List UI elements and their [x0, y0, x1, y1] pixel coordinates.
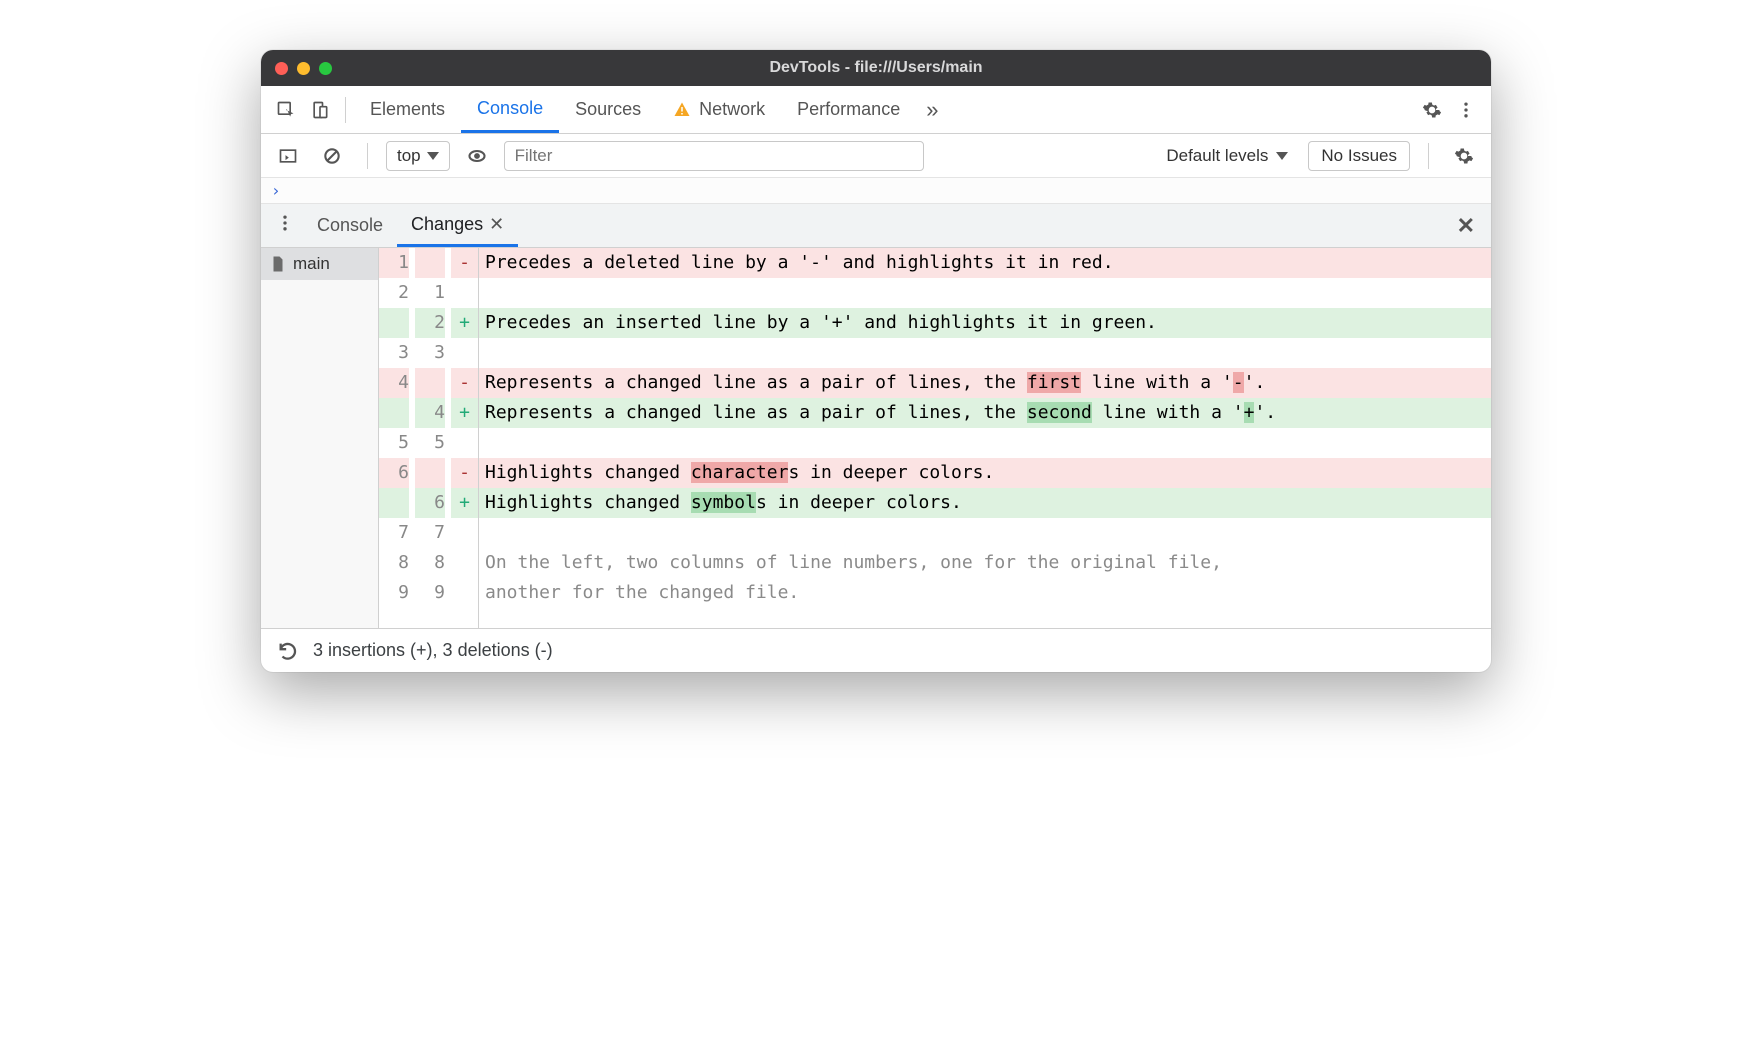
close-tab-icon[interactable]: ✕	[489, 214, 504, 235]
divider	[367, 143, 368, 169]
drawer-tab-changes[interactable]: Changes ✕	[397, 204, 518, 247]
issues-button[interactable]: No Issues	[1308, 141, 1410, 171]
settings-icon[interactable]	[1415, 93, 1449, 127]
drawer-tab-label: Changes	[411, 214, 483, 235]
changes-panel: main 123456789 123456789 -+-+-+ Precedes…	[261, 248, 1491, 628]
drawer-tabs: Console Changes ✕ ✕	[261, 204, 1491, 248]
tab-label: Console	[477, 98, 543, 119]
close-drawer-icon[interactable]: ✕	[1447, 213, 1485, 239]
clear-console-icon[interactable]	[315, 139, 349, 173]
file-tree-item[interactable]: main	[261, 248, 378, 280]
status-summary: 3 insertions (+), 3 deletions (-)	[313, 640, 553, 661]
changes-statusbar: 3 insertions (+), 3 deletions (-)	[261, 628, 1491, 672]
tab-label: Sources	[575, 99, 641, 120]
divider	[345, 97, 346, 123]
console-toolbar: top Default levels No Issues	[261, 134, 1491, 178]
kebab-menu-icon[interactable]	[1449, 93, 1483, 127]
chevron-down-icon	[427, 152, 439, 160]
console-settings-icon[interactable]	[1447, 139, 1481, 173]
drawer-more-icon[interactable]	[267, 213, 303, 238]
live-expression-icon[interactable]	[460, 139, 494, 173]
main-tabs: Elements Console Sources Network Perform…	[354, 86, 916, 133]
device-toggle-icon[interactable]	[303, 93, 337, 127]
inspect-element-icon[interactable]	[269, 93, 303, 127]
main-toolbar: Elements Console Sources Network Perform…	[261, 86, 1491, 134]
diff-view: 123456789 123456789 -+-+-+ Precedes a de…	[379, 248, 1491, 628]
issues-label: No Issues	[1321, 146, 1397, 166]
more-tabs-button[interactable]: »	[916, 97, 948, 123]
levels-label: Default levels	[1166, 146, 1268, 166]
window-title: DevTools - file:///Users/main	[261, 59, 1491, 77]
filter-input[interactable]	[504, 141, 924, 171]
changes-file-tree: main	[261, 248, 379, 628]
drawer-tab-console[interactable]: Console	[303, 204, 397, 247]
divider	[1428, 143, 1429, 169]
tab-elements[interactable]: Elements	[354, 86, 461, 133]
tab-network[interactable]: Network	[657, 86, 781, 133]
file-icon	[269, 255, 287, 273]
tab-sources[interactable]: Sources	[559, 86, 657, 133]
diff-code[interactable]: Precedes a deleted line by a '-' and hig…	[479, 248, 1491, 628]
log-levels-select[interactable]: Default levels	[1156, 141, 1298, 171]
tab-label: Elements	[370, 99, 445, 120]
chevron-down-icon	[1276, 152, 1288, 160]
tab-performance[interactable]: Performance	[781, 86, 916, 133]
tab-label: Network	[699, 99, 765, 120]
line-number-gutters: 123456789 123456789	[379, 248, 451, 628]
tab-label: Performance	[797, 99, 900, 120]
devtools-window: DevTools - file:///Users/main Elements C…	[261, 50, 1491, 672]
file-name: main	[293, 254, 330, 274]
titlebar: DevTools - file:///Users/main	[261, 50, 1491, 86]
new-line-numbers: 123456789	[415, 248, 451, 628]
console-prompt[interactable]: ›	[261, 178, 1491, 204]
diff-markers: -+-+-+	[451, 248, 479, 628]
scope-label: top	[397, 146, 421, 166]
drawer-tab-label: Console	[317, 215, 383, 236]
toggle-sidebar-icon[interactable]	[271, 139, 305, 173]
tab-console[interactable]: Console	[461, 86, 559, 133]
execution-context-select[interactable]: top	[386, 141, 450, 171]
prompt-chevron-icon: ›	[271, 181, 281, 200]
warning-icon	[673, 101, 691, 119]
old-line-numbers: 123456789	[379, 248, 415, 628]
revert-icon[interactable]	[277, 634, 299, 668]
